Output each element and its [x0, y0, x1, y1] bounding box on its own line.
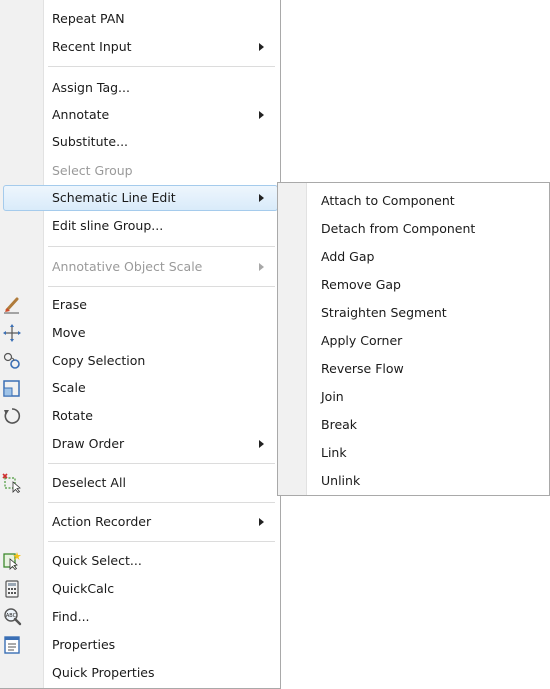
menu-item-substitute[interactable]: Substitute... [3, 129, 278, 155]
submenu-arrow-icon [259, 194, 264, 202]
scale-icon [3, 380, 20, 397]
menu-item-label: Repeat PAN [52, 11, 125, 26]
submenu-arrow-icon [259, 518, 264, 526]
menu-item-quickcalc[interactable]: QuickCalc [3, 576, 278, 602]
menu-item-recent-input[interactable]: Recent Input [3, 34, 278, 60]
menu-item-select-group: Select Group [3, 158, 278, 184]
submenu-item-label: Detach from Component [321, 221, 476, 236]
menu-item-scale[interactable]: Scale [3, 375, 278, 401]
menu-item-label: Annotate [52, 107, 110, 122]
submenu-item-link[interactable]: Link [278, 439, 548, 467]
submenu-item-label: Remove Gap [321, 277, 401, 292]
find-icon: ABC [4, 608, 22, 626]
menu-item-quick-select[interactable]: Quick Select... [3, 548, 278, 574]
move-icon [3, 324, 21, 342]
menu-item-label: Action Recorder [52, 514, 152, 529]
menu-item-label: Copy Selection [52, 353, 146, 368]
submenu-item-apply-corner[interactable]: Apply Corner [278, 327, 548, 355]
submenu-item-label: Break [321, 417, 358, 432]
menu-separator [48, 246, 275, 248]
svg-text:ABC: ABC [6, 613, 17, 619]
properties-icon [4, 636, 20, 654]
menu-item-label: Edit sline Group... [52, 218, 164, 233]
menu-item-quick-properties[interactable]: Quick Properties [3, 660, 278, 686]
menu-separator [48, 541, 275, 543]
menu-item-label: Annotative Object Scale [52, 259, 203, 274]
submenu-item-label: Add Gap [321, 249, 375, 264]
submenu-item-remove-gap[interactable]: Remove Gap [278, 271, 548, 299]
menu-item-label: Schematic Line Edit [52, 190, 176, 205]
menu-item-draw-order[interactable]: Draw Order [3, 431, 278, 457]
menu-item-label: Recent Input [52, 39, 132, 54]
menu-item-label: Quick Select... [52, 553, 142, 568]
menu-item-edit-sline-group[interactable]: Edit sline Group... [3, 213, 278, 239]
menu-item-label: Assign Tag... [52, 80, 130, 95]
menu-item-annotate[interactable]: Annotate [3, 102, 278, 128]
submenu-arrow-icon [259, 111, 264, 119]
menu-separator [48, 286, 275, 288]
submenu-item-label: Join [321, 389, 344, 404]
submenu-item-label: Apply Corner [321, 333, 403, 348]
menu-item-label: QuickCalc [52, 581, 115, 596]
menu-item-label: Scale [52, 380, 86, 395]
submenu-item-straighten-segment[interactable]: Straighten Segment [278, 299, 548, 327]
submenu-arrow-icon [259, 43, 264, 51]
eraser-icon [4, 297, 19, 314]
submenu-item-detach-from-component[interactable]: Detach from Component [278, 215, 548, 243]
menu-item-label: Properties [52, 637, 116, 652]
menu-item-rotate[interactable]: Rotate [3, 403, 278, 429]
menu-item-label: Erase [52, 297, 87, 312]
submenu-item-label: Attach to Component [321, 193, 455, 208]
menu-item-deselect-all[interactable]: Deselect All [2, 470, 278, 496]
menu-item-label: Draw Order [52, 436, 125, 451]
submenu-arrow-icon [259, 440, 264, 448]
menu-item-label: Substitute... [52, 134, 129, 149]
menu-separator [48, 502, 275, 504]
calculator-icon [5, 580, 19, 598]
menu-separator [48, 66, 275, 68]
schematic-line-edit-submenu: Attach to Component Detach from Componen… [277, 182, 550, 496]
submenu-item-label: Reverse Flow [321, 361, 404, 376]
menu-item-move[interactable]: Move [3, 320, 278, 346]
menu-item-copy-selection[interactable]: Copy Selection [3, 348, 278, 374]
menu-item-action-recorder[interactable]: Action Recorder [3, 509, 278, 535]
menu-item-erase[interactable]: Erase [3, 292, 278, 318]
menu-separator [48, 463, 275, 465]
menu-item-label: Deselect All [52, 475, 126, 490]
deselect-icon [2, 473, 21, 493]
menu-item-properties[interactable]: Properties [3, 632, 278, 658]
rotate-icon [4, 408, 21, 424]
context-menu: Repeat PAN Recent Input Assign Tag... An… [0, 0, 281, 689]
submenu-item-reverse-flow[interactable]: Reverse Flow [278, 355, 548, 383]
menu-item-repeat-pan[interactable]: Repeat PAN [3, 6, 278, 32]
menu-item-find[interactable]: ABC Find... [3, 604, 278, 630]
menu-item-schematic-line-edit[interactable]: Schematic Line Edit [3, 185, 278, 211]
quick-select-icon [3, 552, 21, 571]
submenu-item-label: Link [321, 445, 347, 460]
menu-item-label: Rotate [52, 408, 93, 423]
submenu-item-join[interactable]: Join [278, 383, 548, 411]
menu-item-annotative-object-scale: Annotative Object Scale [3, 254, 278, 280]
menu-item-label: Select Group [52, 163, 133, 178]
submenu-item-unlink[interactable]: Unlink [278, 467, 548, 495]
submenu-item-attach-to-component[interactable]: Attach to Component [278, 187, 548, 215]
submenu-arrow-icon [259, 263, 264, 271]
menu-item-label: Find... [52, 609, 90, 624]
submenu-item-label: Unlink [321, 473, 361, 488]
menu-item-label: Quick Properties [52, 665, 155, 680]
submenu-item-add-gap[interactable]: Add Gap [278, 243, 548, 271]
copy-icon [3, 352, 20, 369]
submenu-item-label: Straighten Segment [321, 305, 447, 320]
submenu-item-break[interactable]: Break [278, 411, 548, 439]
menu-item-label: Move [52, 325, 86, 340]
menu-item-assign-tag[interactable]: Assign Tag... [3, 75, 278, 101]
